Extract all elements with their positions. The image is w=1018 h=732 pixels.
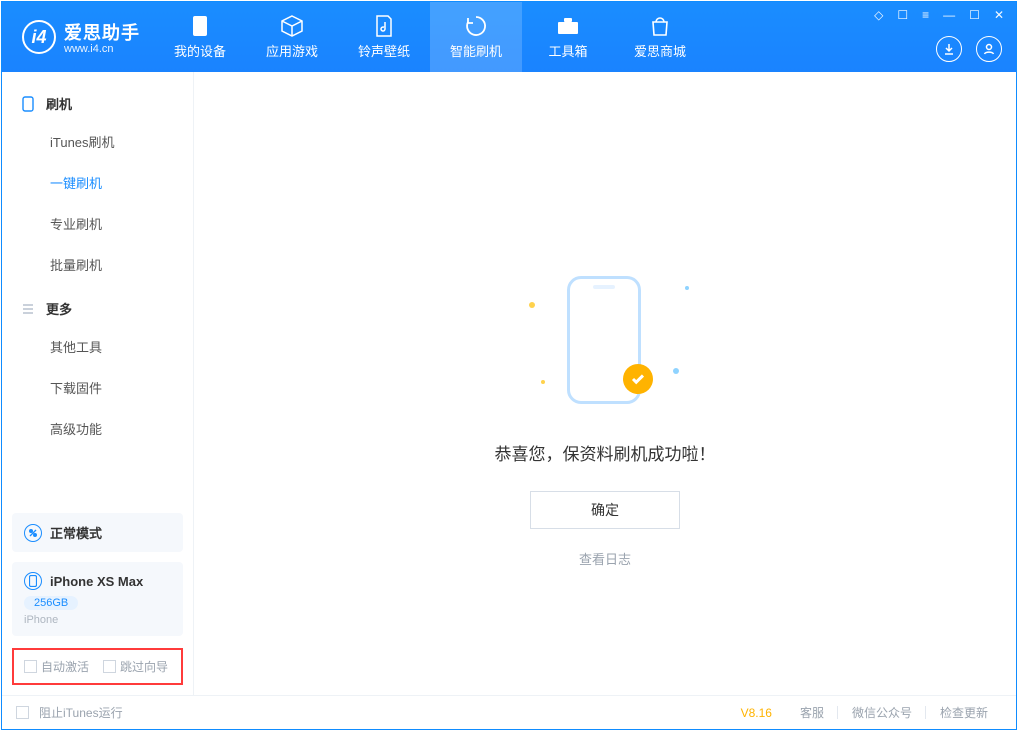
sidebar-item-advanced[interactable]: 高级功能 bbox=[2, 408, 193, 449]
tab-label: 工具箱 bbox=[548, 41, 587, 60]
menu-icon[interactable]: ≡ bbox=[922, 8, 929, 22]
header-right bbox=[936, 36, 1002, 62]
checkbox-icon bbox=[24, 660, 37, 673]
tab-label: 我的设备 bbox=[174, 41, 226, 60]
music-file-icon bbox=[371, 15, 397, 37]
group-title: 刷机 bbox=[46, 94, 72, 113]
opt-label: 跳过向导 bbox=[120, 658, 168, 675]
mode-label: 正常模式 bbox=[50, 523, 102, 542]
window-controls: ◇ ☐ ≡ — ☐ ✕ bbox=[874, 8, 1004, 22]
tab-label: 爱思商城 bbox=[634, 41, 686, 60]
tab-label: 铃声壁纸 bbox=[358, 41, 410, 60]
toolbox-icon bbox=[555, 15, 581, 37]
success-illustration bbox=[559, 272, 651, 412]
main-content: 恭喜您，保资料刷机成功啦！ 确定 查看日志 bbox=[194, 72, 1016, 695]
app-header: i4 爱思助手 www.i4.cn 我的设备 应用游戏 铃声壁纸 智能刷机 bbox=[2, 2, 1016, 72]
sidebar-item-download-firmware[interactable]: 下载固件 bbox=[2, 367, 193, 408]
opt-auto-activate[interactable]: 自动激活 bbox=[24, 658, 89, 675]
device-icon bbox=[187, 15, 213, 37]
device-phone-icon bbox=[24, 572, 42, 590]
device-card[interactable]: iPhone XS Max 256GB iPhone bbox=[12, 562, 183, 636]
sidebar-group-flash: 刷机 bbox=[2, 80, 193, 121]
tab-label: 应用游戏 bbox=[266, 41, 318, 60]
tab-ringtones[interactable]: 铃声壁纸 bbox=[338, 2, 430, 72]
tab-my-device[interactable]: 我的设备 bbox=[154, 2, 246, 72]
sidebar-item-other-tools[interactable]: 其他工具 bbox=[2, 326, 193, 367]
minimize-button[interactable]: — bbox=[943, 8, 955, 22]
sidebar-item-oneclick-flash[interactable]: 一键刷机 bbox=[2, 162, 193, 203]
opt-block-itunes[interactable]: 阻止iTunes运行 bbox=[16, 704, 123, 721]
version-label: V8.16 bbox=[741, 706, 786, 720]
mode-icon bbox=[24, 524, 42, 542]
sidebar: 刷机 iTunes刷机 一键刷机 专业刷机 批量刷机 更多 其他工具 下载固件 … bbox=[2, 72, 194, 695]
tab-label: 智能刷机 bbox=[450, 41, 502, 60]
view-log-link[interactable]: 查看日志 bbox=[579, 549, 631, 568]
group-title: 更多 bbox=[46, 299, 72, 318]
app-title-en: www.i4.cn bbox=[64, 43, 140, 55]
sidebar-item-batch-flash[interactable]: 批量刷机 bbox=[2, 244, 193, 285]
feedback-icon[interactable]: ☐ bbox=[897, 8, 908, 22]
checkbox-icon bbox=[16, 706, 29, 719]
device-model: iPhone bbox=[24, 614, 171, 626]
phone-outline-icon bbox=[22, 96, 36, 112]
bag-icon bbox=[647, 15, 673, 37]
check-badge-icon bbox=[623, 364, 653, 394]
maximize-button[interactable]: ☐ bbox=[969, 8, 980, 22]
sidebar-item-pro-flash[interactable]: 专业刷机 bbox=[2, 203, 193, 244]
skin-icon[interactable]: ◇ bbox=[874, 8, 883, 22]
logo-icon: i4 bbox=[22, 20, 56, 54]
ok-button[interactable]: 确定 bbox=[530, 491, 680, 529]
tab-store[interactable]: 爱思商城 bbox=[614, 2, 706, 72]
refresh-shield-icon bbox=[463, 15, 489, 37]
list-icon bbox=[22, 303, 36, 315]
header-tabs: 我的设备 应用游戏 铃声壁纸 智能刷机 工具箱 爱思商城 bbox=[154, 2, 706, 72]
sidebar-item-itunes-flash[interactable]: iTunes刷机 bbox=[2, 121, 193, 162]
app-title-cn: 爱思助手 bbox=[64, 23, 140, 43]
mode-card[interactable]: 正常模式 bbox=[12, 513, 183, 552]
opt-skip-wizard[interactable]: 跳过向导 bbox=[103, 658, 168, 675]
sidebar-group-more: 更多 bbox=[2, 285, 193, 326]
opt-label: 阻止iTunes运行 bbox=[39, 704, 123, 721]
download-button[interactable] bbox=[936, 36, 962, 62]
tab-apps-games[interactable]: 应用游戏 bbox=[246, 2, 338, 72]
status-bar: 阻止iTunes运行 V8.16 客服 微信公众号 检查更新 bbox=[2, 695, 1016, 729]
success-message: 恭喜您，保资料刷机成功啦！ bbox=[495, 440, 716, 465]
logo: i4 爱思助手 www.i4.cn bbox=[2, 2, 154, 72]
footer-link-check-update[interactable]: 检查更新 bbox=[926, 704, 1002, 721]
opt-label: 自动激活 bbox=[41, 658, 89, 675]
device-storage-pill: 256GB bbox=[24, 596, 78, 610]
close-button[interactable]: ✕ bbox=[994, 8, 1004, 22]
options-highlight-row: 自动激活 跳过向导 bbox=[12, 648, 183, 685]
cube-icon bbox=[279, 15, 305, 37]
tab-toolbox[interactable]: 工具箱 bbox=[522, 2, 614, 72]
footer-link-wechat[interactable]: 微信公众号 bbox=[838, 704, 926, 721]
footer-link-support[interactable]: 客服 bbox=[786, 704, 838, 721]
account-button[interactable] bbox=[976, 36, 1002, 62]
tab-flash[interactable]: 智能刷机 bbox=[430, 2, 522, 72]
device-name: iPhone XS Max bbox=[50, 574, 143, 589]
checkbox-icon bbox=[103, 660, 116, 673]
